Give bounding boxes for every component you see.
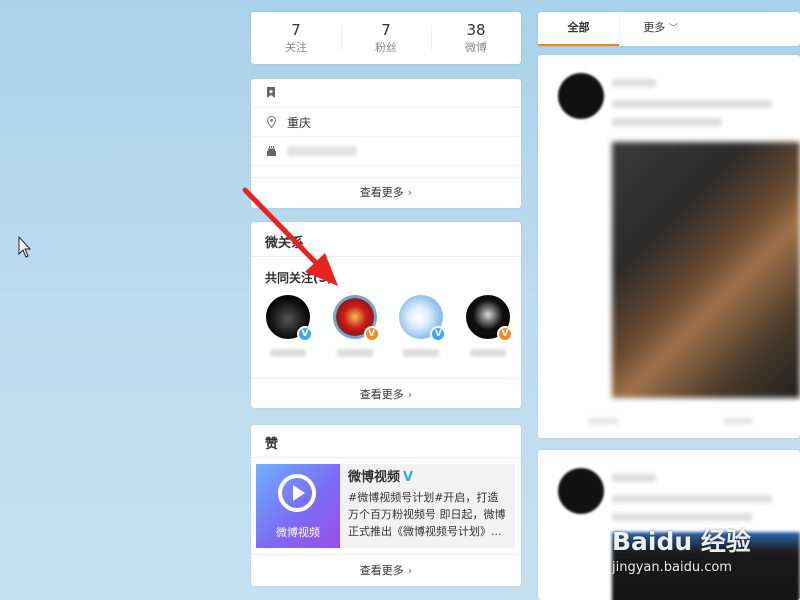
red-arrow-icon <box>242 187 338 286</box>
mouse-cursor-icon <box>18 235 32 258</box>
annotation-layer <box>18 187 338 286</box>
